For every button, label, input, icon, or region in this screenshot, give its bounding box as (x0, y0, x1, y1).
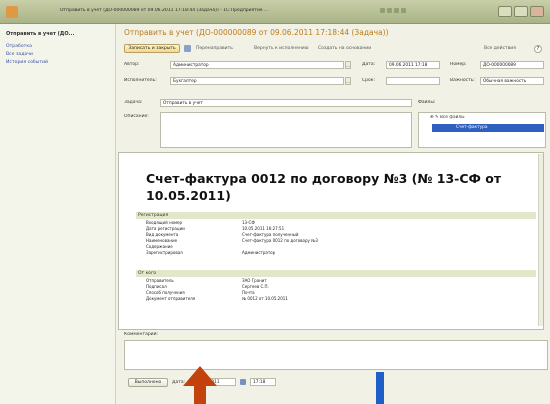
file-item-selected[interactable]: Счет-фактура (432, 124, 544, 132)
performer-field[interactable]: Бухгалтер (170, 77, 344, 85)
comment-label: Комментарий: (124, 332, 159, 337)
date-field[interactable]: 09.06.2011 17:18 (386, 61, 440, 69)
calendar-icon[interactable] (240, 379, 246, 385)
nav-item-all-tasks[interactable]: Все задачи (6, 52, 33, 57)
description-label: Описание: (124, 114, 149, 119)
star-icon[interactable] (394, 8, 399, 13)
files-header-label: Все файлы (439, 115, 465, 120)
importance-label: Важность: (450, 78, 475, 83)
table-row: Зарегистрировал Администратор (146, 250, 276, 255)
preview-scrollbar[interactable] (538, 154, 543, 326)
app-icon (6, 6, 18, 18)
close-button[interactable] (530, 6, 544, 17)
author-pick-button[interactable]: … (345, 61, 351, 69)
nav-item-history[interactable]: История событий (6, 60, 48, 65)
save-icon[interactable] (184, 45, 191, 52)
task-field[interactable]: Отправить в учет (160, 99, 412, 107)
help-icon[interactable]: ? (534, 45, 542, 53)
return-button[interactable]: Вернуть к исполнению (254, 44, 314, 53)
table-row: Документ отправителя № 0012 от 10.05.2011 (146, 296, 288, 301)
window-title: Отправить в учет (ДО-000000089 от 09.06.… (60, 8, 269, 13)
titlebar-toolbar (380, 8, 420, 16)
forward-icon[interactable] (387, 8, 392, 13)
pointer-arrow-annotation (183, 366, 217, 404)
author-label: Автор: (124, 62, 140, 67)
forward-button[interactable]: Перенаправить (196, 44, 248, 53)
term-label: Срок: (362, 78, 375, 83)
execute-button[interactable]: Выполнено (128, 378, 168, 387)
navigation-panel: Отправить в учет (ДО... Отработка Все за… (0, 24, 116, 404)
importance-select[interactable]: Обычная важность (480, 77, 544, 85)
number-label: Номер: (450, 62, 467, 67)
create-based-on-button[interactable]: Создать на основании (318, 44, 388, 53)
nav-item-work[interactable]: Отработка (6, 44, 32, 49)
document-heading: Счет-фактура 0012 по договору №3 (№ 13-С… (146, 171, 502, 203)
files-header: ⊕ ✎ Все файлы (430, 115, 540, 122)
back-icon[interactable] (380, 8, 385, 13)
date-label: Дата: (362, 62, 376, 67)
bottom-time-field[interactable]: 17:18 (250, 378, 276, 386)
performer-pick-button[interactable]: … (345, 77, 351, 85)
minimize-button[interactable] (498, 6, 512, 17)
task-label: Задача: (124, 100, 143, 105)
history-icon[interactable] (401, 8, 406, 13)
term-field[interactable] (386, 77, 440, 85)
registration-rows: Входящий номер 13-СФ Дата регистрации 10.0… (146, 220, 536, 256)
description-textarea[interactable] (160, 112, 412, 148)
from-rows: Отправитель ЗАО Гранит Подписал Сергеев С.… (146, 278, 536, 302)
section-from: От кого (136, 270, 536, 277)
save-close-button[interactable]: Записать и закрыть (124, 44, 180, 53)
files-label: Файлы: (418, 100, 436, 105)
nav-title: Отправить в учет (ДО... (6, 31, 75, 37)
performer-label: Исполнитель: (124, 78, 157, 83)
number-field[interactable]: ДО-000000089 (480, 61, 544, 69)
blue-marker-annotation (376, 372, 384, 404)
author-field[interactable]: Администратор (170, 61, 344, 69)
all-actions-menu[interactable]: Все действия (484, 44, 528, 53)
edit-file-icon[interactable]: ✎ (435, 115, 439, 120)
add-file-icon[interactable]: ⊕ (430, 115, 434, 120)
form-title: Отправить в учет (ДО-000000089 от 09.06.… (124, 28, 389, 37)
maximize-button[interactable] (514, 6, 528, 17)
section-registration: Регистрация (136, 212, 536, 219)
